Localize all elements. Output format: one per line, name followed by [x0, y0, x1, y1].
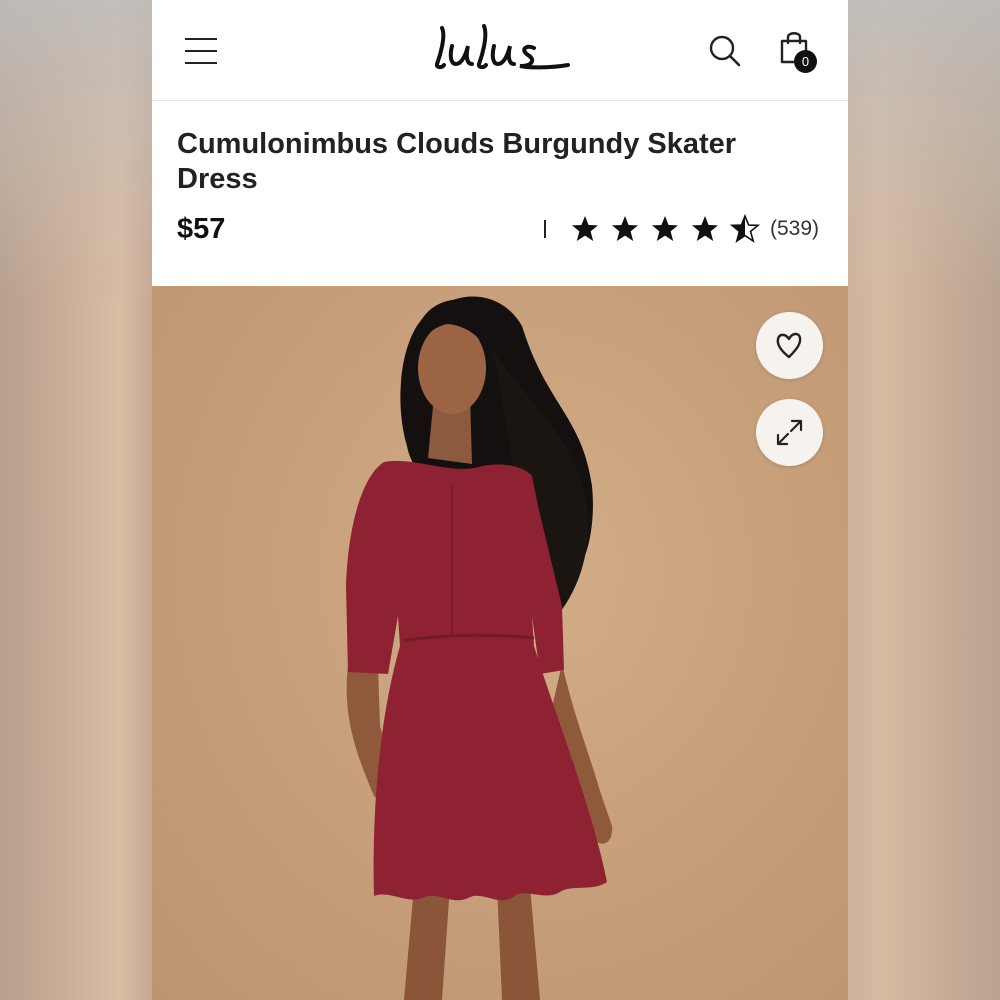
star-icon — [730, 214, 760, 243]
star-icon — [652, 216, 678, 241]
product-price: $57 — [177, 213, 226, 245]
mobile-product-page: 0 Cumulonimbus Clouds Burgundy Skater Dr… — [152, 0, 848, 1000]
expand-icon — [776, 419, 803, 446]
rating-stars[interactable] — [570, 214, 770, 244]
model-illustration — [346, 296, 613, 1000]
expand-image-button[interactable] — [756, 399, 823, 466]
menu-icon[interactable] — [185, 38, 219, 66]
product-image[interactable] — [152, 286, 848, 1000]
product-title: Cumulonimbus Clouds Burgundy Skater Dres… — [177, 128, 737, 195]
site-header: 0 — [152, 0, 848, 101]
search-icon[interactable] — [708, 34, 742, 68]
lulus-logo[interactable] — [430, 18, 575, 80]
cart-count-badge: 0 — [794, 50, 817, 73]
star-icon — [572, 216, 598, 241]
star-icon — [612, 216, 638, 241]
shopping-bag-button[interactable]: 0 — [778, 30, 824, 76]
product-info: Cumulonimbus Clouds Burgundy Skater Dres… — [152, 101, 848, 286]
review-count[interactable]: (539) — [770, 217, 819, 241]
rating-divider — [544, 220, 546, 238]
wishlist-button[interactable] — [756, 312, 823, 379]
heart-icon — [776, 332, 802, 359]
star-icon — [692, 216, 718, 241]
product-rating: (539) — [544, 211, 819, 247]
